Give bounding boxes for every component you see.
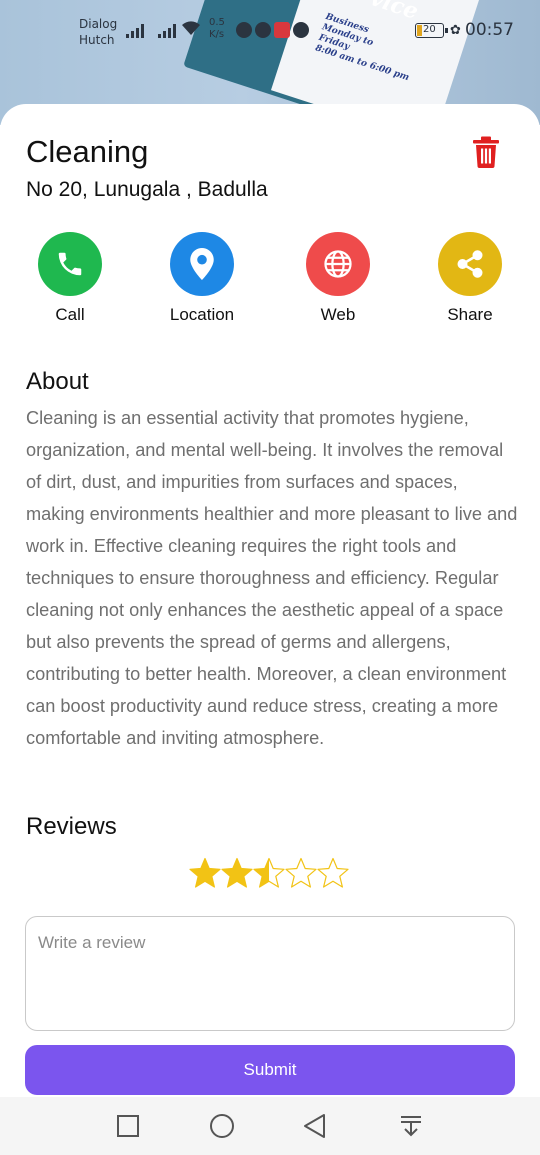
- share-button[interactable]: Share: [410, 232, 530, 325]
- wifi-icon: [180, 19, 202, 41]
- action-row: Call Location Web Share: [0, 232, 540, 332]
- web-label: Web: [320, 305, 356, 324]
- carrier-1: Dialog: [79, 17, 118, 31]
- star-icon[interactable]: [221, 856, 253, 890]
- trash-icon[interactable]: [472, 136, 500, 168]
- location-pin-icon: [170, 232, 234, 296]
- submit-button[interactable]: Submit: [25, 1045, 515, 1095]
- clock: 00:57: [465, 20, 514, 40]
- speed-value: 0.5: [209, 17, 225, 28]
- battery-icon: 20: [415, 23, 448, 38]
- battery-saver-leaf-icon: ✿: [450, 23, 461, 38]
- carrier-2: Hutch: [79, 33, 115, 47]
- signal-icon: [158, 22, 176, 38]
- message-notification-icon: [293, 22, 309, 38]
- search-notification-icon: [255, 22, 271, 38]
- carrier-names: Dialog Hutch: [79, 16, 117, 48]
- star-icon[interactable]: [253, 856, 285, 890]
- signal-icon: [126, 22, 144, 38]
- about-text: Cleaning is an essential activity that p…: [26, 408, 518, 748]
- system-nav-bar: [0, 1097, 540, 1155]
- reviews-heading: Reviews: [26, 813, 117, 840]
- speed-unit: K/s: [209, 29, 225, 40]
- page-title: Cleaning: [26, 134, 149, 169]
- share-label: Share: [447, 305, 493, 324]
- battery-level: 20: [423, 24, 436, 35]
- app-notification-icon: [236, 22, 252, 38]
- web-button[interactable]: Web: [278, 232, 398, 325]
- location-label: Location: [169, 305, 235, 324]
- mail-notification-icon: [274, 22, 290, 38]
- review-input[interactable]: [25, 916, 515, 1031]
- about-heading: About: [26, 368, 89, 395]
- call-button[interactable]: Call: [10, 232, 130, 325]
- star-rating[interactable]: [189, 856, 349, 890]
- notification-pull-icon[interactable]: [396, 1111, 426, 1141]
- star-icon[interactable]: [189, 856, 221, 890]
- status-bar: Dialog Hutch 0.5 K/s 20 ✿ 00:57: [0, 0, 540, 60]
- recents-square-icon[interactable]: [113, 1111, 143, 1141]
- network-speed: 0.5 K/s: [209, 17, 225, 41]
- phone-icon: [38, 232, 102, 296]
- back-triangle-icon[interactable]: [300, 1111, 330, 1141]
- star-icon[interactable]: [285, 856, 317, 890]
- address-text: No 20, Lunugala , Badulla: [26, 178, 268, 201]
- call-label: Call: [55, 305, 85, 324]
- location-button[interactable]: Location: [142, 232, 262, 325]
- globe-icon: [306, 232, 370, 296]
- notification-icons: [236, 22, 309, 38]
- share-icon: [438, 232, 502, 296]
- home-circle-icon[interactable]: [207, 1111, 237, 1141]
- star-icon[interactable]: [317, 856, 349, 890]
